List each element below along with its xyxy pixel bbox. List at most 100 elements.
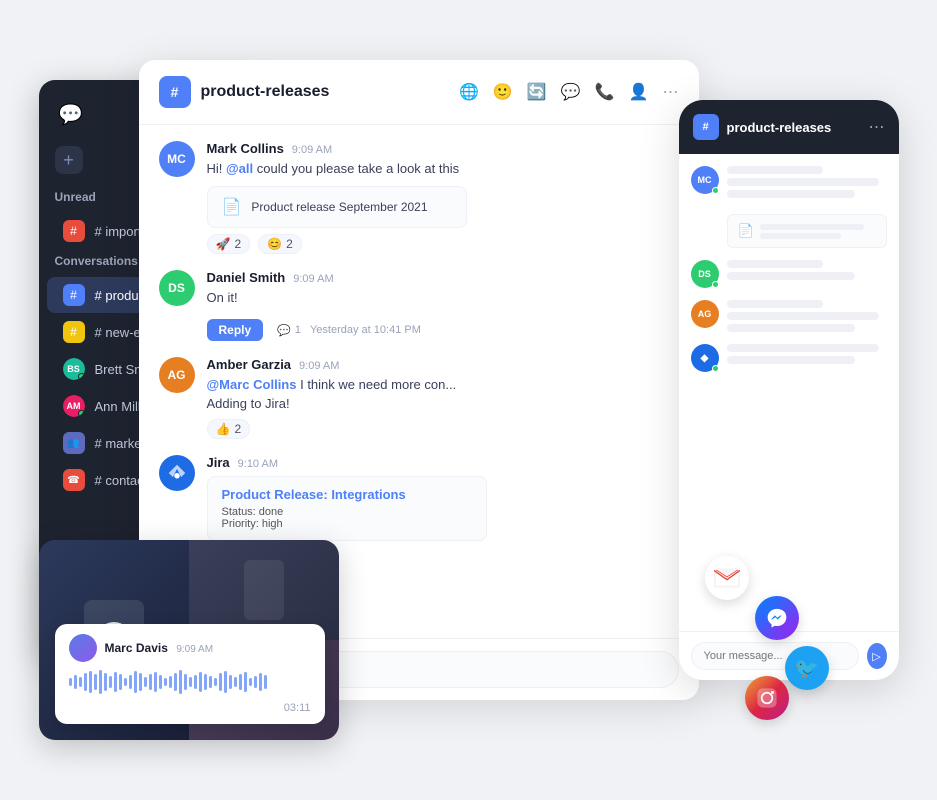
waveform-bar [229, 675, 232, 689]
mobile-send-button[interactable]: ▷ [867, 643, 887, 669]
new-employees-icon: # [63, 321, 85, 343]
gmail-logo [714, 568, 740, 588]
waveform-bar [109, 676, 112, 688]
rocket-reaction[interactable]: 🚀 2 [207, 234, 251, 254]
amber-text: @Marc Collins I think we need more con..… [207, 376, 679, 412]
waveform-bar [239, 674, 242, 690]
smile-reaction[interactable]: 😊 2 [258, 234, 302, 254]
mobile-avatar-1: MC [691, 166, 719, 194]
voice-duration: 03:11 [69, 702, 311, 714]
jira-status: Status: done [222, 506, 472, 518]
add-button[interactable]: + [55, 146, 83, 174]
waveform-bar [204, 674, 207, 690]
waveform-bar [79, 677, 82, 687]
instagram-icon[interactable] [745, 676, 789, 720]
voice-avatar [69, 634, 97, 662]
phone-icon[interactable]: 📞 [595, 82, 615, 102]
waveform-bar [104, 673, 107, 691]
mobile-line [727, 178, 879, 186]
mobile-channel-name: product-releases [727, 120, 832, 135]
sidebar-logo-icon: 💬 [55, 98, 87, 130]
plus-icon: + [63, 150, 74, 171]
mobile-message-input[interactable] [691, 642, 859, 670]
jira-name: Jira [207, 455, 230, 470]
mobile-line [727, 312, 879, 320]
jira-time: 9:10 AM [238, 458, 278, 470]
mobile-msg-row: AG [691, 300, 887, 332]
waveform-bar [244, 672, 247, 692]
instagram-logo [755, 686, 779, 710]
waveform-bar [69, 678, 72, 686]
emoji-icon[interactable]: 🙂 [493, 82, 513, 102]
jira-card[interactable]: Product Release: Integrations Status: do… [207, 476, 487, 541]
rocket-count: 2 [234, 237, 241, 251]
mobile-more-icon[interactable]: ⋯ [869, 117, 885, 137]
mobile-line [727, 260, 823, 268]
more-icon[interactable]: ⋯ [663, 82, 679, 102]
mobile-line [727, 324, 855, 332]
ann-miller-avatar: AM [63, 395, 85, 417]
mobile-header: # product-releases ⋯ [679, 100, 899, 154]
waveform-bar [169, 676, 172, 688]
waveform-bar [249, 678, 252, 686]
waveform-bar [189, 677, 192, 687]
smile-count: 2 [286, 237, 293, 251]
globe-icon[interactable]: 🌐 [459, 82, 479, 102]
chat-icon[interactable]: 💬 [561, 82, 581, 102]
doc-icon: 📄 [222, 197, 242, 217]
twitter-icon[interactable]: 🐦 [785, 646, 829, 690]
jira-msg-header: Jira 9:10 AM [207, 455, 679, 470]
waveform-bar [129, 675, 132, 689]
online-dot2 [78, 410, 85, 417]
mobile-msg-lines-2 [727, 260, 887, 280]
daniel-name: Daniel Smith [207, 270, 286, 285]
waveform-bar [139, 673, 142, 691]
gmail-icon[interactable] [705, 556, 749, 600]
reply-button[interactable]: Reply [207, 319, 264, 341]
waveform-bar [89, 671, 92, 693]
mark-text: Hi! @all could you please take a look at… [207, 160, 679, 178]
mobile-doc-icon: 📄 [738, 223, 754, 239]
mobile-msg-lines-3 [727, 300, 887, 332]
waveform-bar [199, 672, 202, 692]
send-icon: ▷ [872, 650, 880, 663]
mobile-msg-row: DS [691, 260, 887, 288]
refresh-icon[interactable]: 🔄 [527, 82, 547, 102]
mark-avatar: MC [159, 141, 195, 177]
waveform-bar [159, 675, 162, 689]
mobile-line [727, 166, 823, 174]
mobile-av-initials3: AG [698, 309, 712, 319]
marketing-agency-icon: 👥 [63, 432, 85, 454]
reply-bubble-icon: 💬 [277, 324, 291, 337]
twitter-bird-icon: 🐦 [794, 656, 819, 681]
scene: 💬 JD + Unread # # important 2 Conversati… [39, 60, 899, 740]
waveform-bar [214, 678, 217, 686]
waveform-bar [164, 678, 167, 686]
waveform-bar [254, 676, 257, 688]
waveform-bar [234, 677, 237, 687]
mobile-attach-lines [760, 224, 876, 239]
waveform-bar [264, 675, 267, 689]
reply-row: Reply 💬 1 Yesterday at 10:41 PM [207, 313, 679, 341]
thumbsup-reaction[interactable]: 👍 2 [207, 419, 251, 439]
jira-avatar [159, 455, 195, 491]
mobile-channel-box: # [693, 114, 719, 140]
people-icon[interactable]: 👤 [629, 82, 649, 102]
messenger-logo [764, 605, 790, 631]
waveform-bar [174, 673, 177, 691]
online-dot [78, 373, 85, 380]
jira-msg-body: Jira 9:10 AM Product Release: Integratio… [207, 455, 679, 541]
messenger-icon[interactable] [755, 596, 799, 640]
waveform-bar [224, 671, 227, 693]
mobile-av-initials: MC [698, 175, 712, 185]
channel-hash-icon: # [70, 288, 77, 302]
channel-name: product-releases [201, 83, 330, 101]
waveform-bar [144, 677, 147, 687]
product-releases-icon: # [63, 284, 85, 306]
attachment-card[interactable]: 📄 Product release September 2021 [207, 186, 467, 228]
reply-meta: 💬 1 Yesterday at 10:41 PM [277, 324, 421, 337]
waveform-bar [219, 673, 222, 691]
attachment-name: Product release September 2021 [251, 200, 427, 214]
brett-smith-avatar: BS [63, 358, 85, 380]
waveform-bar [74, 675, 77, 689]
